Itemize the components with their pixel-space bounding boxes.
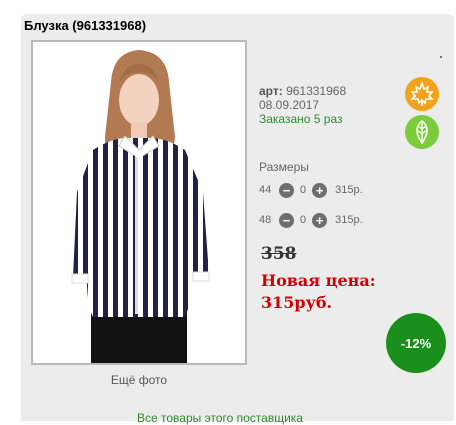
size-price: 315р. [335, 214, 363, 226]
ordered-count: Заказано 5 раз [259, 112, 343, 126]
article-number: 961331968 [286, 84, 347, 98]
minus-icon[interactable]: − [279, 212, 294, 228]
size-price: 315р. [335, 184, 363, 196]
product-title: Блузка (961331968) [24, 18, 147, 33]
quantity-value: 0 [300, 184, 307, 196]
size-value: 48 [259, 214, 272, 226]
article-label: арт: [259, 84, 283, 98]
size-row: 44 − 0 + 315р. [259, 182, 363, 198]
maple-leaf-icon [405, 77, 439, 111]
product-photo[interactable] [31, 40, 247, 365]
blouse-model-image [71, 50, 210, 363]
product-date: 08.09.2017 [259, 98, 320, 112]
sizes-header: Размеры [259, 160, 309, 174]
discount-badge: -12% [386, 313, 446, 373]
new-price-value: 315руб. [261, 293, 333, 312]
more-photos-link[interactable]: Ещё фото [31, 373, 247, 387]
dot-marker [440, 56, 442, 58]
plus-icon[interactable]: + [312, 212, 328, 228]
new-price: Новая цена: 315руб. [261, 270, 376, 314]
size-row: 48 − 0 + 315р. [259, 212, 363, 228]
plus-icon[interactable]: + [312, 182, 328, 198]
product-details: арт: 961331968 08.09.2017 Заказано 5 раз [259, 84, 346, 126]
supplier-products-link[interactable]: Все товары этого поставщика [137, 411, 303, 425]
minus-icon[interactable]: − [279, 182, 294, 198]
old-price: 358 [261, 244, 297, 264]
size-value: 44 [259, 184, 272, 196]
leaf-icon [405, 115, 439, 149]
new-price-label: Новая цена: [261, 271, 376, 290]
quantity-value: 0 [300, 214, 307, 226]
